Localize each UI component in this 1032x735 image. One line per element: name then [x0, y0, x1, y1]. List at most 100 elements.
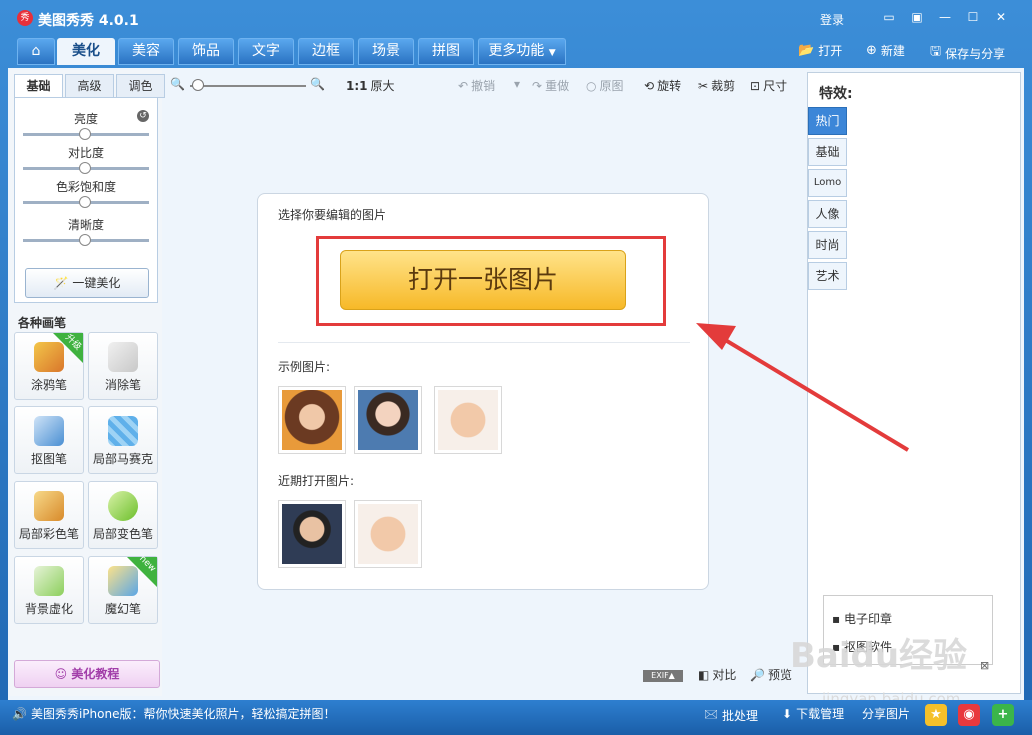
- adjust-subtabs: 基础 高级 调色: [14, 74, 167, 98]
- actual-size-button[interactable]: 1:1 原大: [346, 77, 395, 94]
- brightness-slider[interactable]: [23, 128, 149, 140]
- open-label: 打开: [818, 44, 843, 58]
- fx-tab-basic[interactable]: 基础: [808, 138, 847, 166]
- blur-icon: [34, 566, 64, 596]
- recent-thumb-1[interactable]: [278, 500, 346, 568]
- new-action[interactable]: ⊕ 新建: [866, 42, 905, 59]
- brush-magic[interactable]: 魔幻笔 new: [88, 554, 158, 624]
- zoom-in-icon[interactable]: 🔍: [310, 77, 325, 91]
- rotate-button[interactable]: ⟲ 旋转: [644, 77, 681, 94]
- login-link[interactable]: 登录: [820, 11, 844, 28]
- tutorial-label: 美化教程: [71, 667, 120, 681]
- sample-thumb-1[interactable]: [278, 386, 346, 454]
- sharpness-slider[interactable]: [23, 234, 149, 246]
- effects-title: 特效:: [819, 86, 853, 102]
- home-tab[interactable]: ⌂: [17, 38, 55, 65]
- save-share-action[interactable]: 🖫 保存与分享: [930, 42, 1005, 64]
- fx-tab-hot[interactable]: 热门: [808, 107, 847, 135]
- saturation-slider[interactable]: [23, 196, 149, 208]
- fx-tab-art[interactable]: 艺术: [808, 262, 847, 290]
- ad-link-seal[interactable]: ▪ 电子印章: [832, 610, 892, 627]
- crop-button[interactable]: ✂ 裁剪: [698, 77, 735, 94]
- close-icon[interactable]: ✕: [992, 9, 1010, 25]
- feedback-icon[interactable]: ▣: [908, 9, 926, 25]
- adjust-box: ↺ 亮度 对比度 色彩饱和度 清晰度 🪄 一键美化: [14, 97, 158, 303]
- undo-button[interactable]: ↶ 撤销: [458, 77, 495, 94]
- sample-image: [438, 390, 498, 450]
- tab-more-features[interactable]: 更多功能 ▼: [478, 38, 566, 65]
- color-brush-icon: [34, 491, 64, 521]
- batch-button[interactable]: 🖂 批处理: [704, 705, 758, 726]
- brush-doodle[interactable]: 涂鸦笔 升级: [14, 332, 84, 400]
- redo-label: 重做: [545, 79, 570, 93]
- status-tip-text: 美图秀秀iPhone版：帮你快速美化照片，轻松搞定拼图！: [30, 707, 336, 721]
- status-tip[interactable]: 🔊 美图秀秀iPhone版：帮你快速美化照片，轻松搞定拼图！: [12, 705, 335, 722]
- maximize-icon[interactable]: ☐: [964, 9, 982, 25]
- sharpness-knob[interactable]: [79, 234, 91, 246]
- batch-label: 批处理: [722, 709, 759, 723]
- tab-collage[interactable]: 拼图: [418, 38, 474, 65]
- preview-button[interactable]: 🔎 预览: [750, 666, 792, 683]
- saturation-slider-row: 色彩饱和度: [23, 178, 149, 208]
- left-panel: 基础 高级 调色 ↺ 亮度 对比度 色彩饱和度 清晰度 🪄 一键美化 各种画笔 …: [10, 70, 165, 696]
- subtab-basic[interactable]: 基础: [14, 74, 63, 98]
- rotate-icon: ⟲: [644, 78, 655, 93]
- star-icon[interactable]: ★: [925, 704, 947, 726]
- contrast-knob[interactable]: [79, 162, 91, 174]
- sample-thumb-3[interactable]: [434, 386, 502, 454]
- brush-eraser[interactable]: 消除笔: [88, 332, 158, 400]
- subtab-color[interactable]: 调色: [116, 74, 165, 98]
- brightness-knob[interactable]: [79, 128, 91, 140]
- tab-accessories[interactable]: 饰品: [178, 38, 234, 65]
- ad-close-icon[interactable]: ⊠: [980, 659, 989, 672]
- redo-button[interactable]: ↷ 重做: [532, 77, 569, 94]
- fx-tab-lomo[interactable]: Lomo: [808, 169, 847, 197]
- download-label: 下载管理: [796, 707, 845, 721]
- samples-label: 示例图片:: [278, 360, 331, 374]
- plus-circle-icon: ⊕: [866, 43, 877, 58]
- contrast-slider[interactable]: [23, 162, 149, 174]
- brush-cutout[interactable]: 抠图笔: [14, 406, 84, 474]
- add-icon[interactable]: +: [992, 704, 1014, 726]
- recent-image: [358, 504, 418, 564]
- tab-beautify[interactable]: 美化: [57, 38, 115, 65]
- speaker-icon: 🔊: [12, 706, 27, 721]
- one-key-beautify-button[interactable]: 🪄 一键美化: [25, 268, 149, 298]
- chat-icon[interactable]: ▭: [880, 9, 898, 25]
- download-manager-button[interactable]: ⬇ 下载管理: [782, 705, 844, 722]
- open-action[interactable]: 📂 打开: [798, 42, 842, 59]
- brush-mosaic[interactable]: 局部马赛克: [88, 406, 158, 474]
- minimize-icon[interactable]: —: [936, 9, 954, 25]
- tutorial-button[interactable]: ☺ 美化教程: [14, 660, 160, 688]
- subtab-advanced[interactable]: 高级: [65, 74, 114, 98]
- zoom-out-icon[interactable]: 🔍: [170, 77, 185, 91]
- original-button[interactable]: ○ 原图: [586, 77, 624, 94]
- fx-tab-fashion[interactable]: 时尚: [808, 231, 847, 259]
- brush-label: 涂鸦笔: [30, 378, 67, 392]
- sample-thumb-2[interactable]: [354, 386, 422, 454]
- open-image-button[interactable]: 打开一张图片: [340, 250, 626, 310]
- share-image-button[interactable]: 分享图片: [862, 705, 910, 722]
- tab-scene[interactable]: 场景: [358, 38, 414, 65]
- tab-border[interactable]: 边框: [298, 38, 354, 65]
- brush-label: 局部变色笔: [92, 527, 153, 541]
- share-label: 分享图片: [862, 707, 911, 721]
- recent-thumb-2[interactable]: [354, 500, 422, 568]
- tab-beauty[interactable]: 美容: [118, 38, 174, 65]
- size-button[interactable]: ⊡ 尺寸: [750, 77, 787, 94]
- compare-button[interactable]: ◧ 对比: [698, 666, 736, 683]
- brush-local-color[interactable]: 局部彩色笔: [14, 481, 84, 549]
- fx-tab-portrait[interactable]: 人像: [808, 200, 847, 228]
- saturation-knob[interactable]: [79, 196, 91, 208]
- weibo-icon[interactable]: ◉: [958, 704, 980, 726]
- zoom-slider[interactable]: [190, 85, 306, 87]
- brightness-label: 亮度: [73, 112, 98, 126]
- brush-background-blur[interactable]: 背景虚化: [14, 556, 84, 624]
- tab-text[interactable]: 文字: [238, 38, 294, 65]
- zoom-knob[interactable]: [192, 79, 204, 91]
- hands-icon: ☺: [54, 667, 68, 681]
- exif-button[interactable]: EXIF▲: [643, 670, 683, 682]
- mosaic-icon: [108, 416, 138, 446]
- undo-dropdown-icon[interactable]: ▾: [514, 77, 520, 91]
- brush-recolor[interactable]: 局部变色笔: [88, 481, 158, 549]
